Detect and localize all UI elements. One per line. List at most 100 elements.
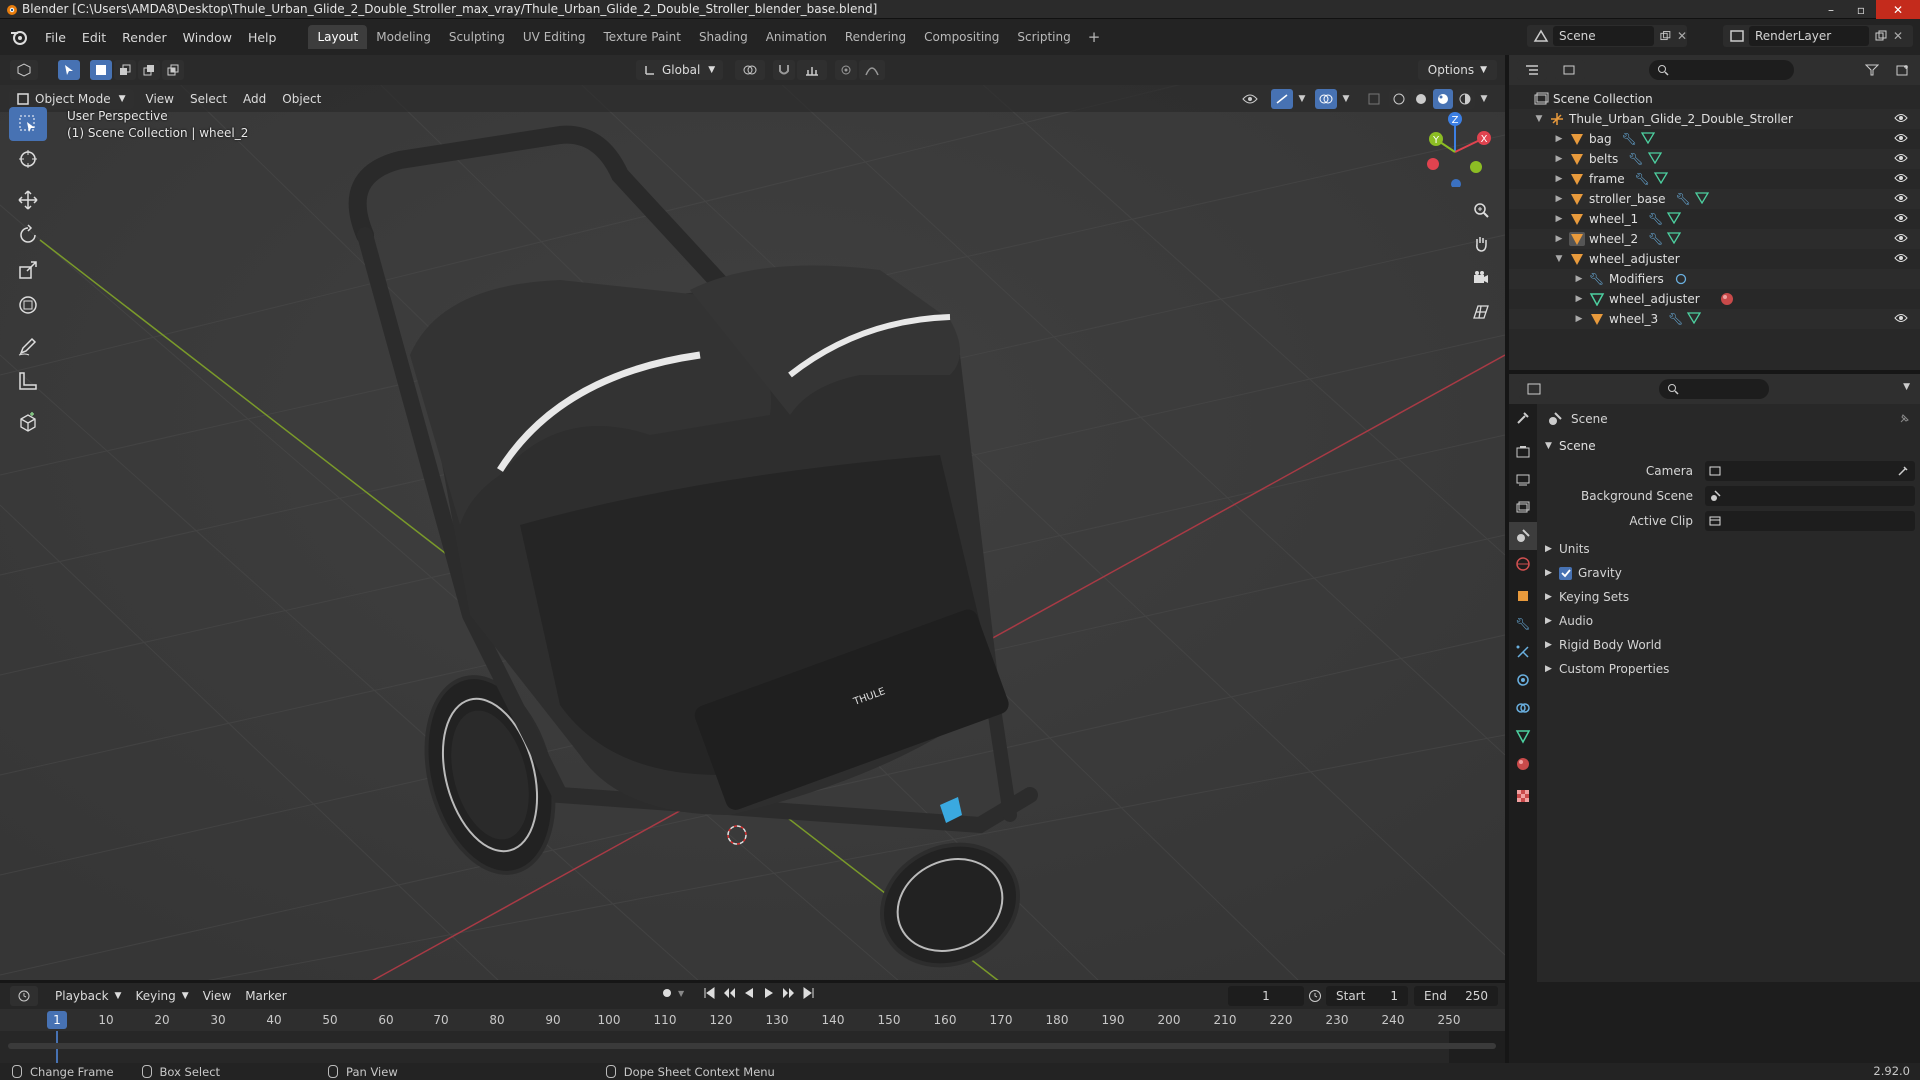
tab-uv-editing[interactable]: UV Editing bbox=[514, 25, 595, 49]
viewport-menu-select[interactable]: Select bbox=[182, 89, 235, 109]
wrench-icon[interactable]: 🔧︎ bbox=[1635, 172, 1650, 186]
jump-end-icon[interactable] bbox=[802, 986, 816, 1000]
tool-add-cube[interactable] bbox=[9, 405, 47, 439]
tab-data[interactable] bbox=[1509, 722, 1537, 750]
tab-scripting[interactable]: Scripting bbox=[1008, 25, 1079, 49]
wrench-icon[interactable]: 🔧︎ bbox=[1676, 192, 1691, 206]
wrench-icon[interactable]: 🔧︎ bbox=[1628, 152, 1643, 166]
outliner-editor-type[interactable] bbox=[1517, 60, 1547, 80]
mesh-data-icon[interactable] bbox=[1687, 312, 1702, 324]
maximize-button[interactable]: ▫ bbox=[1846, 0, 1876, 19]
panel-scene-header[interactable]: ▼ Scene bbox=[1539, 434, 1920, 458]
tool-measure[interactable] bbox=[9, 364, 47, 398]
timeline-menu-marker[interactable]: Marker bbox=[238, 986, 293, 1006]
scene-name-field[interactable]: Scene bbox=[1553, 26, 1655, 46]
preview-range-clock-icon[interactable] bbox=[1308, 989, 1322, 1003]
outliner-search-input[interactable] bbox=[1649, 60, 1794, 80]
zoom-button[interactable] bbox=[1466, 195, 1496, 225]
eye-icon[interactable] bbox=[1894, 212, 1908, 224]
outliner-row-wheel-adjuster-mesh[interactable]: ▶ wheel_adjuster bbox=[1509, 289, 1920, 309]
outliner-row-belts[interactable]: ▶ belts 🔧︎ bbox=[1509, 149, 1920, 169]
panel-keying-sets[interactable]: ▶ Keying Sets bbox=[1539, 585, 1920, 609]
select-intersect-button[interactable] bbox=[162, 60, 184, 80]
tab-layout[interactable]: Layout bbox=[308, 25, 368, 49]
select-tool-button[interactable] bbox=[58, 60, 80, 80]
tab-modeling[interactable]: Modeling bbox=[367, 25, 440, 49]
expand-arrow-icon[interactable]: ▶ bbox=[1553, 154, 1565, 164]
tab-view-layer[interactable] bbox=[1509, 494, 1537, 522]
gizmo-toggle[interactable] bbox=[1271, 88, 1293, 109]
tab-physics[interactable] bbox=[1509, 666, 1537, 694]
editor-type-button[interactable] bbox=[10, 60, 38, 80]
options-dropdown[interactable]: Options ▼ bbox=[1417, 60, 1497, 80]
pan-button[interactable] bbox=[1466, 229, 1496, 259]
start-frame-input[interactable]: Start 1 bbox=[1326, 986, 1408, 1006]
eyedropper-icon[interactable] bbox=[1897, 465, 1909, 477]
material-icon[interactable] bbox=[1720, 292, 1734, 306]
eye-icon[interactable] bbox=[1894, 312, 1908, 324]
expand-arrow-icon[interactable]: ▶ bbox=[1553, 194, 1565, 204]
timeline-editor-type[interactable] bbox=[10, 986, 38, 1006]
eye-icon[interactable] bbox=[1894, 192, 1908, 204]
collapse-arrow-icon[interactable]: ▼ bbox=[1553, 254, 1565, 264]
modifier-icon[interactable] bbox=[1674, 273, 1688, 285]
shading-rendered[interactable] bbox=[1455, 88, 1475, 109]
camera-field[interactable] bbox=[1705, 460, 1915, 481]
wrench-icon[interactable]: 🔧︎ bbox=[1648, 212, 1663, 226]
overlay-toggle[interactable] bbox=[1315, 88, 1337, 109]
outliner-row-frame[interactable]: ▶ frame 🔧︎ bbox=[1509, 169, 1920, 189]
select-extend-button[interactable] bbox=[114, 60, 136, 80]
properties-editor-type[interactable] bbox=[1519, 379, 1549, 399]
tab-material[interactable] bbox=[1509, 750, 1537, 778]
ortho-toggle-button[interactable] bbox=[1466, 297, 1496, 327]
falloff-button[interactable] bbox=[859, 60, 886, 80]
outliner-row-scene-collection[interactable]: Scene Collection bbox=[1509, 89, 1920, 109]
jump-keyframe-back-icon[interactable] bbox=[722, 986, 736, 1000]
play-icon[interactable] bbox=[762, 986, 776, 1000]
add-workspace-button[interactable]: + bbox=[1080, 25, 1109, 49]
mesh-data-icon[interactable] bbox=[1653, 172, 1668, 184]
menu-help[interactable]: Help bbox=[240, 27, 285, 48]
outliner-row-wheel-2[interactable]: ▶ wheel_2 🔧︎ bbox=[1509, 229, 1920, 249]
active-clip-field[interactable] bbox=[1705, 510, 1915, 531]
tab-world[interactable] bbox=[1509, 550, 1537, 578]
tool-scale[interactable] bbox=[9, 253, 47, 287]
transform-orientation-dropdown[interactable]: Global ▼ bbox=[636, 60, 724, 80]
tab-compositing[interactable]: Compositing bbox=[915, 25, 1008, 49]
tool-cursor[interactable] bbox=[9, 142, 47, 176]
chevron-down-icon[interactable]: ▼ bbox=[678, 989, 684, 998]
eye-icon[interactable] bbox=[1894, 232, 1908, 244]
expand-arrow-icon[interactable]: ▶ bbox=[1553, 174, 1565, 184]
eye-icon[interactable] bbox=[1894, 112, 1908, 124]
mesh-data-icon[interactable] bbox=[1647, 152, 1662, 164]
timeline-menu-playback[interactable]: Playback ▼ bbox=[48, 986, 128, 1006]
timeline-menu-view[interactable]: View bbox=[196, 986, 238, 1006]
tab-modifiers[interactable]: 🔧︎ bbox=[1509, 610, 1537, 638]
close-button[interactable]: ✕ bbox=[1876, 0, 1920, 19]
render-layer-field[interactable]: RenderLayer bbox=[1749, 26, 1869, 46]
outliner-row-wheel-1[interactable]: ▶ wheel_1 🔧︎ bbox=[1509, 209, 1920, 229]
snap-toggle-button[interactable] bbox=[773, 60, 796, 80]
wrench-icon[interactable]: 🔧︎ bbox=[1648, 232, 1663, 246]
viewport-scene[interactable]: THULE bbox=[0, 55, 1505, 982]
shading-wireframe[interactable] bbox=[1389, 88, 1409, 109]
outliner-row-bag[interactable]: ▶ bag 🔧︎ bbox=[1509, 129, 1920, 149]
shading-solid[interactable] bbox=[1411, 88, 1431, 109]
outliner-row-wheel-adjuster[interactable]: ▼ wheel_adjuster bbox=[1509, 249, 1920, 269]
eye-icon[interactable] bbox=[1894, 132, 1908, 144]
wrench-icon[interactable]: 🔧︎ bbox=[1622, 132, 1637, 146]
proportional-edit-button[interactable] bbox=[835, 60, 858, 80]
collapse-arrow-icon[interactable]: ▼ bbox=[1533, 114, 1545, 124]
play-reverse-icon[interactable] bbox=[742, 986, 756, 1000]
panel-gravity[interactable]: ▶ Gravity bbox=[1539, 561, 1920, 585]
outliner-row-wheel-3[interactable]: ▶ wheel_3 🔧︎ bbox=[1509, 309, 1920, 329]
expand-arrow-icon[interactable]: ▶ bbox=[1553, 234, 1565, 244]
eye-icon[interactable] bbox=[1894, 152, 1908, 164]
snap-target-button[interactable] bbox=[797, 60, 828, 80]
mode-dropdown[interactable]: Object Mode ▼ bbox=[9, 88, 134, 109]
jump-start-icon[interactable] bbox=[702, 986, 716, 1000]
tab-texture[interactable] bbox=[1509, 782, 1537, 810]
mesh-data-icon[interactable] bbox=[1694, 192, 1709, 204]
3d-viewport[interactable]: THULE Global ▼ Options ▼ Object Mode ▼ V… bbox=[0, 55, 1505, 982]
menu-render[interactable]: Render bbox=[114, 27, 175, 48]
